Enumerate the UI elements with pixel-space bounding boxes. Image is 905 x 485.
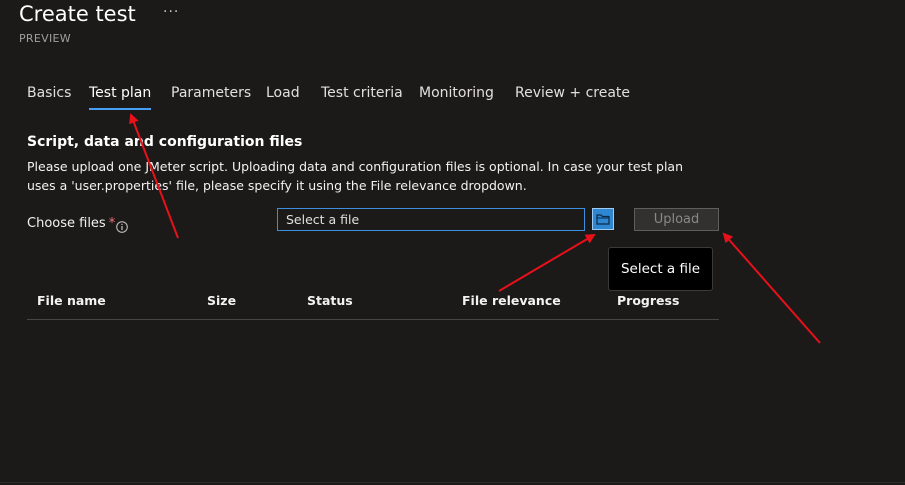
required-marker: * [108,216,116,231]
section-description: Please upload one JMeter script. Uploadi… [27,159,683,193]
column-header-file-relevance[interactable]: File relevance [462,293,561,308]
column-header-status[interactable]: Status [307,293,353,308]
tab-parameters[interactable]: Parameters [171,85,251,101]
browse-files-button[interactable] [592,208,614,230]
select-file-tooltip: Select a file [608,247,713,291]
tab-load[interactable]: Load [266,85,300,101]
column-header-progress[interactable]: Progress [617,293,679,308]
tab-review-create[interactable]: Review + create [515,85,630,101]
info-icon[interactable] [116,218,128,233]
tab-monitoring[interactable]: Monitoring [419,85,494,101]
active-tab-indicator [89,108,152,110]
more-options-button[interactable]: ··· [163,4,179,20]
section-title: Script, data and configuration files [27,134,303,150]
tab-basics[interactable]: Basics [27,85,71,101]
annotation-arrow-browse [498,233,596,292]
files-table-header: File name Size Status File relevance Pro… [27,293,719,320]
file-select-input[interactable] [277,208,585,231]
annotation-arrow-upload [722,232,821,344]
footer-divider [0,482,905,483]
annotation-overlay [129,113,821,344]
choose-files-label: Choose files * [27,216,115,231]
column-header-size[interactable]: Size [207,293,236,308]
choose-files-label-text: Choose files [27,216,106,231]
tab-test-criteria[interactable]: Test criteria [321,85,403,101]
folder-icon [596,214,610,225]
page-subtitle: PREVIEW [19,32,71,45]
tab-test-plan[interactable]: Test plan [89,85,152,110]
tab-test-plan-label: Test plan [89,85,152,101]
upload-button[interactable]: Upload [634,208,719,231]
page-title: Create test [19,2,136,26]
column-header-file-name[interactable]: File name [37,293,106,308]
